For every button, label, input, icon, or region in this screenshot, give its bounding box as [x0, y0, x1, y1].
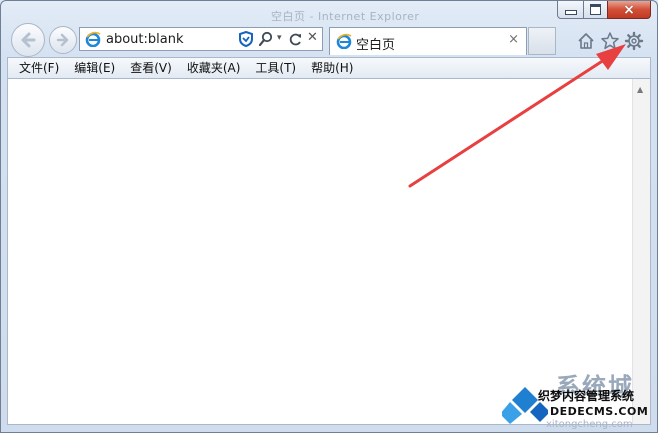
forward-arrow-icon — [56, 33, 69, 47]
maximize-button[interactable] — [583, 1, 608, 19]
watermark-line2: DEDECMS.COM — [550, 405, 649, 418]
home-icon[interactable] — [576, 31, 596, 51]
tab-blank-page[interactable]: 空白页 × — [329, 27, 527, 55]
menu-help[interactable]: 帮助(H) — [305, 58, 359, 78]
window-title: 空白页 - Internet Explorer — [271, 10, 420, 23]
menu-file[interactable]: 文件(F) — [13, 58, 65, 78]
forward-button[interactable] — [49, 26, 77, 54]
caption-buttons: × — [557, 1, 651, 19]
close-window-button[interactable]: × — [607, 1, 651, 19]
shield-icon[interactable] — [238, 31, 254, 47]
address-input[interactable]: about:blank — [106, 32, 184, 47]
stop-icon[interactable]: ✕ — [307, 30, 318, 45]
menu-edit[interactable]: 编辑(E) — [68, 58, 121, 78]
search-icon[interactable] — [258, 31, 274, 47]
favorites-star-icon[interactable] — [600, 31, 620, 51]
maximize-icon — [590, 4, 601, 15]
new-tab-button[interactable] — [528, 27, 556, 55]
tab-title: 空白页 — [356, 38, 396, 53]
minimize-icon — [564, 10, 577, 15]
back-arrow-icon — [21, 32, 36, 48]
back-button[interactable] — [11, 23, 45, 57]
ie-logo-icon — [336, 33, 352, 49]
minimize-button[interactable] — [557, 1, 584, 19]
tab-close-icon[interactable]: × — [508, 32, 519, 47]
tools-gear-icon[interactable] — [624, 31, 644, 51]
ie-logo-icon — [85, 31, 101, 47]
refresh-icon[interactable] — [289, 31, 303, 47]
address-bar[interactable]: about:blank ▾ ✕ — [79, 27, 323, 51]
menu-favorites[interactable]: 收藏夹(A) — [181, 58, 247, 78]
close-icon: × — [623, 1, 635, 18]
watermark: 系统城 织梦内容管理系统 DEDECMS.COM xitongcheng.com — [498, 367, 658, 433]
menu-bar: 文件(F) 编辑(E) 查看(V) 收藏夹(A) 工具(T) 帮助(H) — [7, 57, 651, 79]
menu-view[interactable]: 查看(V) — [124, 58, 178, 78]
watermark-line1: 织梦内容管理系统 — [538, 389, 635, 403]
dropdown-icon[interactable]: ▾ — [277, 33, 282, 43]
menu-tools[interactable]: 工具(T) — [249, 58, 302, 78]
scroll-up-arrow-icon[interactable]: ▲ — [637, 85, 643, 94]
watermark-site: xitongcheng.com — [546, 419, 633, 430]
